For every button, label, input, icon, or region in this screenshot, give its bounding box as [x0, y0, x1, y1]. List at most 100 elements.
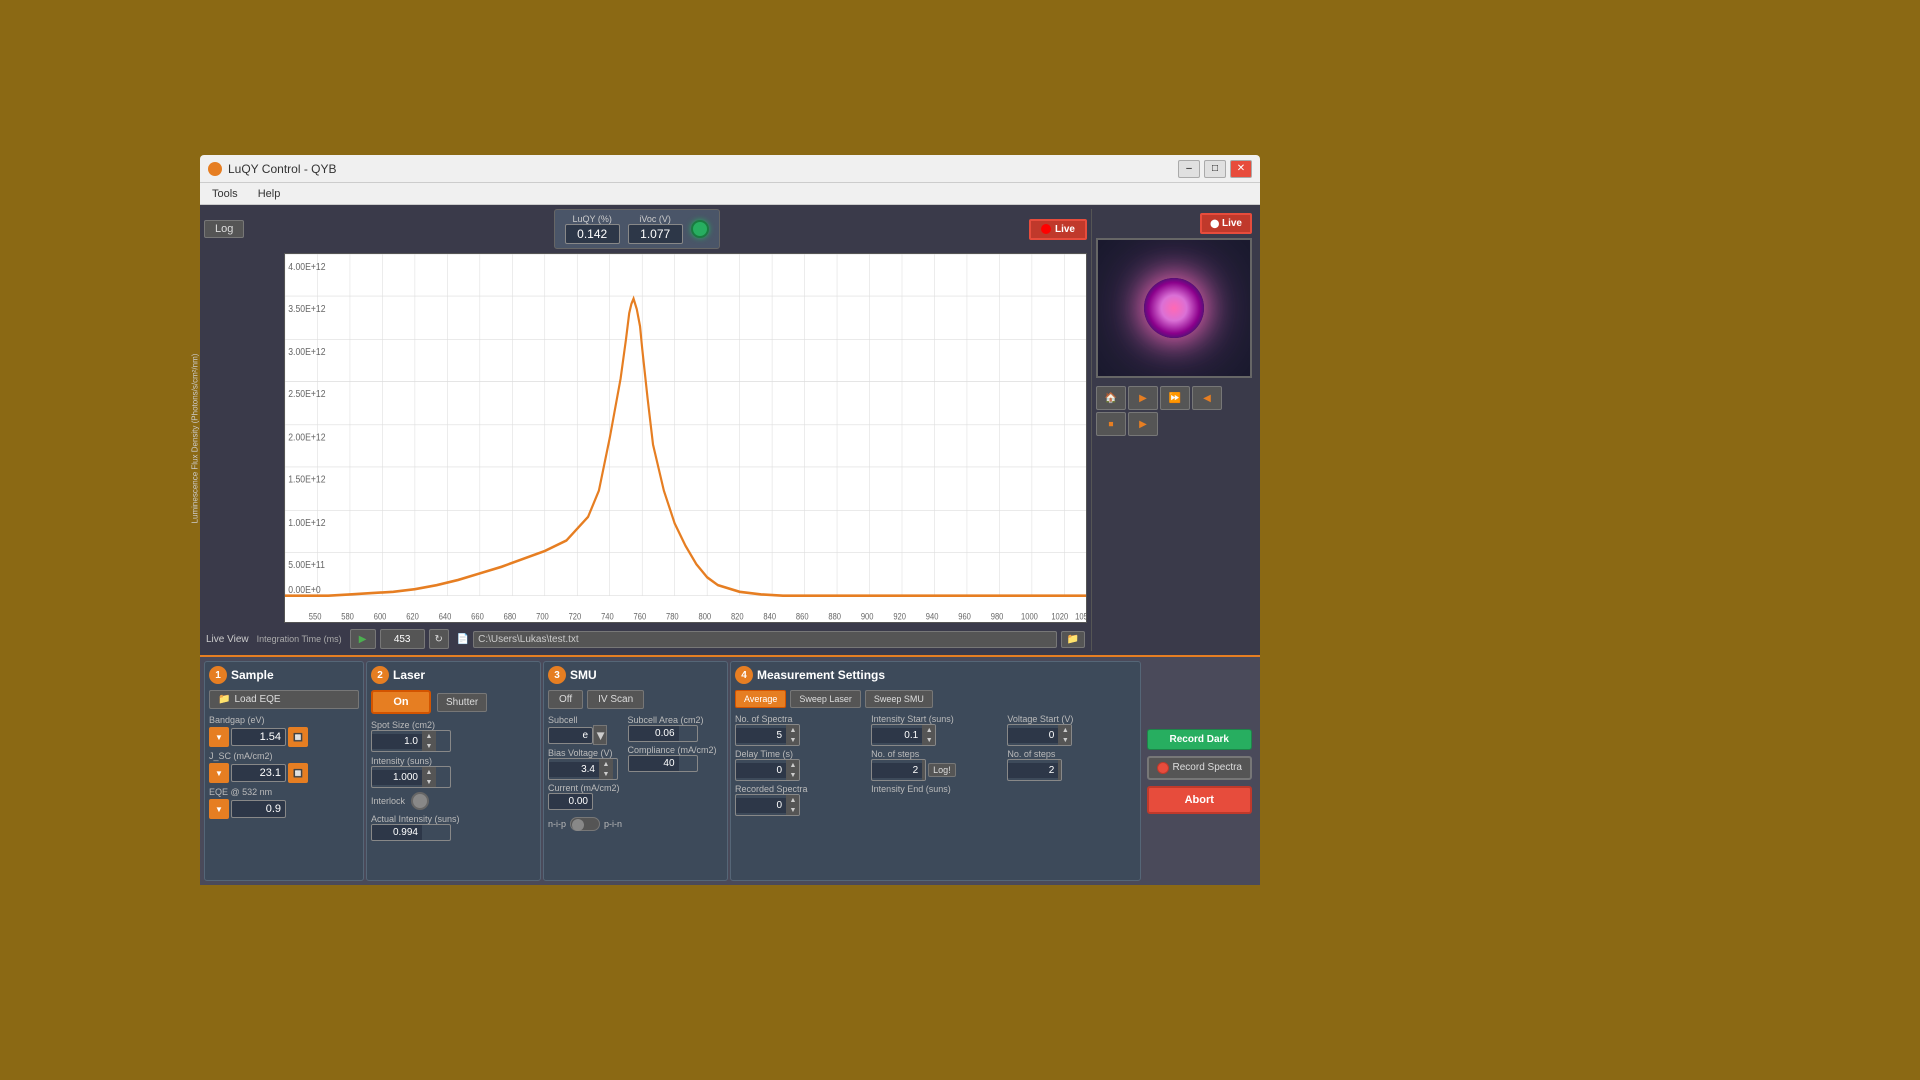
cam-left-button[interactable]: ◀: [1192, 386, 1222, 410]
menu-tools[interactable]: Tools: [208, 186, 242, 202]
camera-glow: [1144, 278, 1204, 338]
bias-voltage-down[interactable]: ▼: [599, 769, 613, 779]
intensity-spinner: ▲ ▼: [371, 766, 451, 788]
measurement-panel-title: Measurement Settings: [757, 668, 885, 682]
svg-text:820: 820: [731, 611, 744, 622]
intensity-start-input[interactable]: [872, 728, 922, 743]
spot-size-label: Spot Size (cm2): [371, 720, 536, 730]
record-spectra-button[interactable]: Record Spectra: [1147, 756, 1252, 780]
subcell-input[interactable]: [548, 727, 593, 744]
svg-text:780: 780: [666, 611, 679, 622]
current-field: Current (mA/cm2): [548, 783, 620, 810]
no-steps2-input[interactable]: [1008, 763, 1058, 778]
measurement-left-col: No. of Spectra ▲ ▼ Delay Time (s): [735, 714, 863, 819]
no-steps2-up[interactable]: ▲: [1058, 760, 1062, 770]
cam-fast-forward-button[interactable]: ⏩: [1160, 386, 1190, 410]
eqe-down-btn[interactable]: ▼: [209, 799, 229, 819]
actual-intensity-input[interactable]: [372, 825, 422, 840]
intensity-up[interactable]: ▲: [422, 767, 436, 777]
delay-time-input[interactable]: [736, 763, 786, 778]
delay-time-spinner: ▲ ▼: [735, 759, 800, 781]
average-button[interactable]: Average: [735, 690, 786, 708]
smu-fields: Subcell ▼ Bias Voltage (V) ▲: [548, 715, 723, 813]
log-button[interactable]: Log: [204, 220, 244, 238]
compliance-input[interactable]: [629, 756, 679, 771]
jsc-input[interactable]: [231, 764, 286, 782]
intensity-down[interactable]: ▼: [422, 777, 436, 787]
delay-time-down[interactable]: ▼: [786, 770, 800, 780]
bias-voltage-up[interactable]: ▲: [599, 759, 613, 769]
laser-on-button[interactable]: On: [371, 690, 431, 714]
bandgap-down-btn[interactable]: ▼: [209, 727, 229, 747]
recorded-spectra-input[interactable]: [736, 798, 786, 813]
bias-voltage-input[interactable]: [549, 762, 599, 777]
bandgap-input[interactable]: [231, 728, 286, 746]
no-steps-up[interactable]: ▲: [922, 760, 926, 770]
play-button[interactable]: ▶: [350, 629, 376, 649]
intensity-input[interactable]: [372, 770, 422, 785]
no-spectra-input[interactable]: [736, 728, 786, 743]
svg-text:5.00E+11: 5.00E+11: [288, 559, 325, 571]
close-button[interactable]: ✕: [1230, 160, 1252, 178]
browse-button[interactable]: 📁: [1061, 631, 1085, 648]
svg-text:0.00E+0: 0.00E+0: [288, 584, 320, 596]
spot-size-input[interactable]: [372, 734, 422, 749]
current-input[interactable]: [548, 793, 593, 810]
voltage-start-down[interactable]: ▼: [1058, 735, 1072, 745]
recorded-spectra-up[interactable]: ▲: [786, 795, 800, 805]
file-path-input[interactable]: [473, 631, 1056, 648]
spot-size-down[interactable]: ▼: [422, 741, 436, 751]
record-dark-button[interactable]: Record Dark: [1147, 729, 1252, 750]
cam-play-button[interactable]: ▶: [1128, 386, 1158, 410]
menu-help[interactable]: Help: [254, 186, 285, 202]
measurement-far-col: Voltage Start (V) ▲ ▼ No. of steps: [1007, 714, 1135, 819]
no-spectra-down[interactable]: ▼: [786, 735, 800, 745]
no-steps2-down[interactable]: ▼: [1058, 770, 1062, 780]
interlock-toggle[interactable]: [411, 792, 429, 810]
voltage-start-up[interactable]: ▲: [1058, 725, 1072, 735]
sweep-laser-button[interactable]: Sweep Laser: [790, 690, 861, 708]
sweep-smu-button[interactable]: Sweep SMU: [865, 690, 933, 708]
ivoc-value[interactable]: 1.077: [628, 224, 683, 244]
abort-button[interactable]: Abort: [1147, 786, 1252, 814]
voltage-start-input[interactable]: [1008, 728, 1058, 743]
integration-spin-down[interactable]: ↻: [429, 629, 449, 649]
camera-controls: 🏠 ▶ ⏩ ◀ ⏹ ▶: [1096, 386, 1252, 436]
no-steps-down[interactable]: ▼: [922, 770, 926, 780]
load-eqe-button[interactable]: 📁 Load EQE: [209, 690, 359, 709]
intensity-start-down[interactable]: ▼: [922, 735, 936, 745]
no-steps-label: No. of steps: [871, 749, 999, 759]
window-controls: – □ ✕: [1178, 160, 1252, 178]
smu-off-button[interactable]: Off: [548, 690, 583, 709]
spot-size-up[interactable]: ▲: [422, 731, 436, 741]
no-spectra-up[interactable]: ▲: [786, 725, 800, 735]
cam-home-button[interactable]: 🏠: [1096, 386, 1126, 410]
svg-text:1050: 1050: [1075, 611, 1086, 622]
eqe-input[interactable]: [231, 800, 286, 818]
no-steps-input[interactable]: [872, 763, 922, 778]
eqe-label: EQE @ 532 nm: [209, 787, 359, 797]
record-live-button[interactable]: ⬤ Live: [1200, 213, 1252, 234]
file-icon: 📄: [457, 634, 469, 645]
shutter-button[interactable]: Shutter: [437, 693, 487, 712]
cam-stop-button[interactable]: ⏹: [1096, 412, 1126, 436]
cam-right-button[interactable]: ▶: [1128, 412, 1158, 436]
subcell-area-input[interactable]: [629, 726, 679, 741]
integration-input[interactable]: [380, 629, 425, 649]
iv-scan-button[interactable]: IV Scan: [587, 690, 644, 709]
nip-pin-track[interactable]: [570, 817, 600, 831]
maximize-button[interactable]: □: [1204, 160, 1226, 178]
jsc-down-btn[interactable]: ▼: [209, 763, 229, 783]
no-spectra-spinner: ▲ ▼: [735, 724, 800, 746]
record-live-text: Live: [1055, 224, 1075, 235]
metrics-panel: LuQY (%) 0.142 iVoc (V) 1.077: [554, 209, 720, 249]
svg-text:4.00E+12: 4.00E+12: [288, 261, 325, 273]
luqy-value[interactable]: 0.142: [565, 224, 620, 244]
recorded-spectra-down[interactable]: ▼: [786, 805, 800, 815]
window-title: LuQY Control - QYB: [228, 162, 1178, 176]
minimize-button[interactable]: –: [1178, 160, 1200, 178]
intensity-start-up[interactable]: ▲: [922, 725, 936, 735]
svg-text:550: 550: [309, 611, 322, 622]
subcell-dropdown[interactable]: ▼: [593, 725, 607, 745]
delay-time-up[interactable]: ▲: [786, 760, 800, 770]
